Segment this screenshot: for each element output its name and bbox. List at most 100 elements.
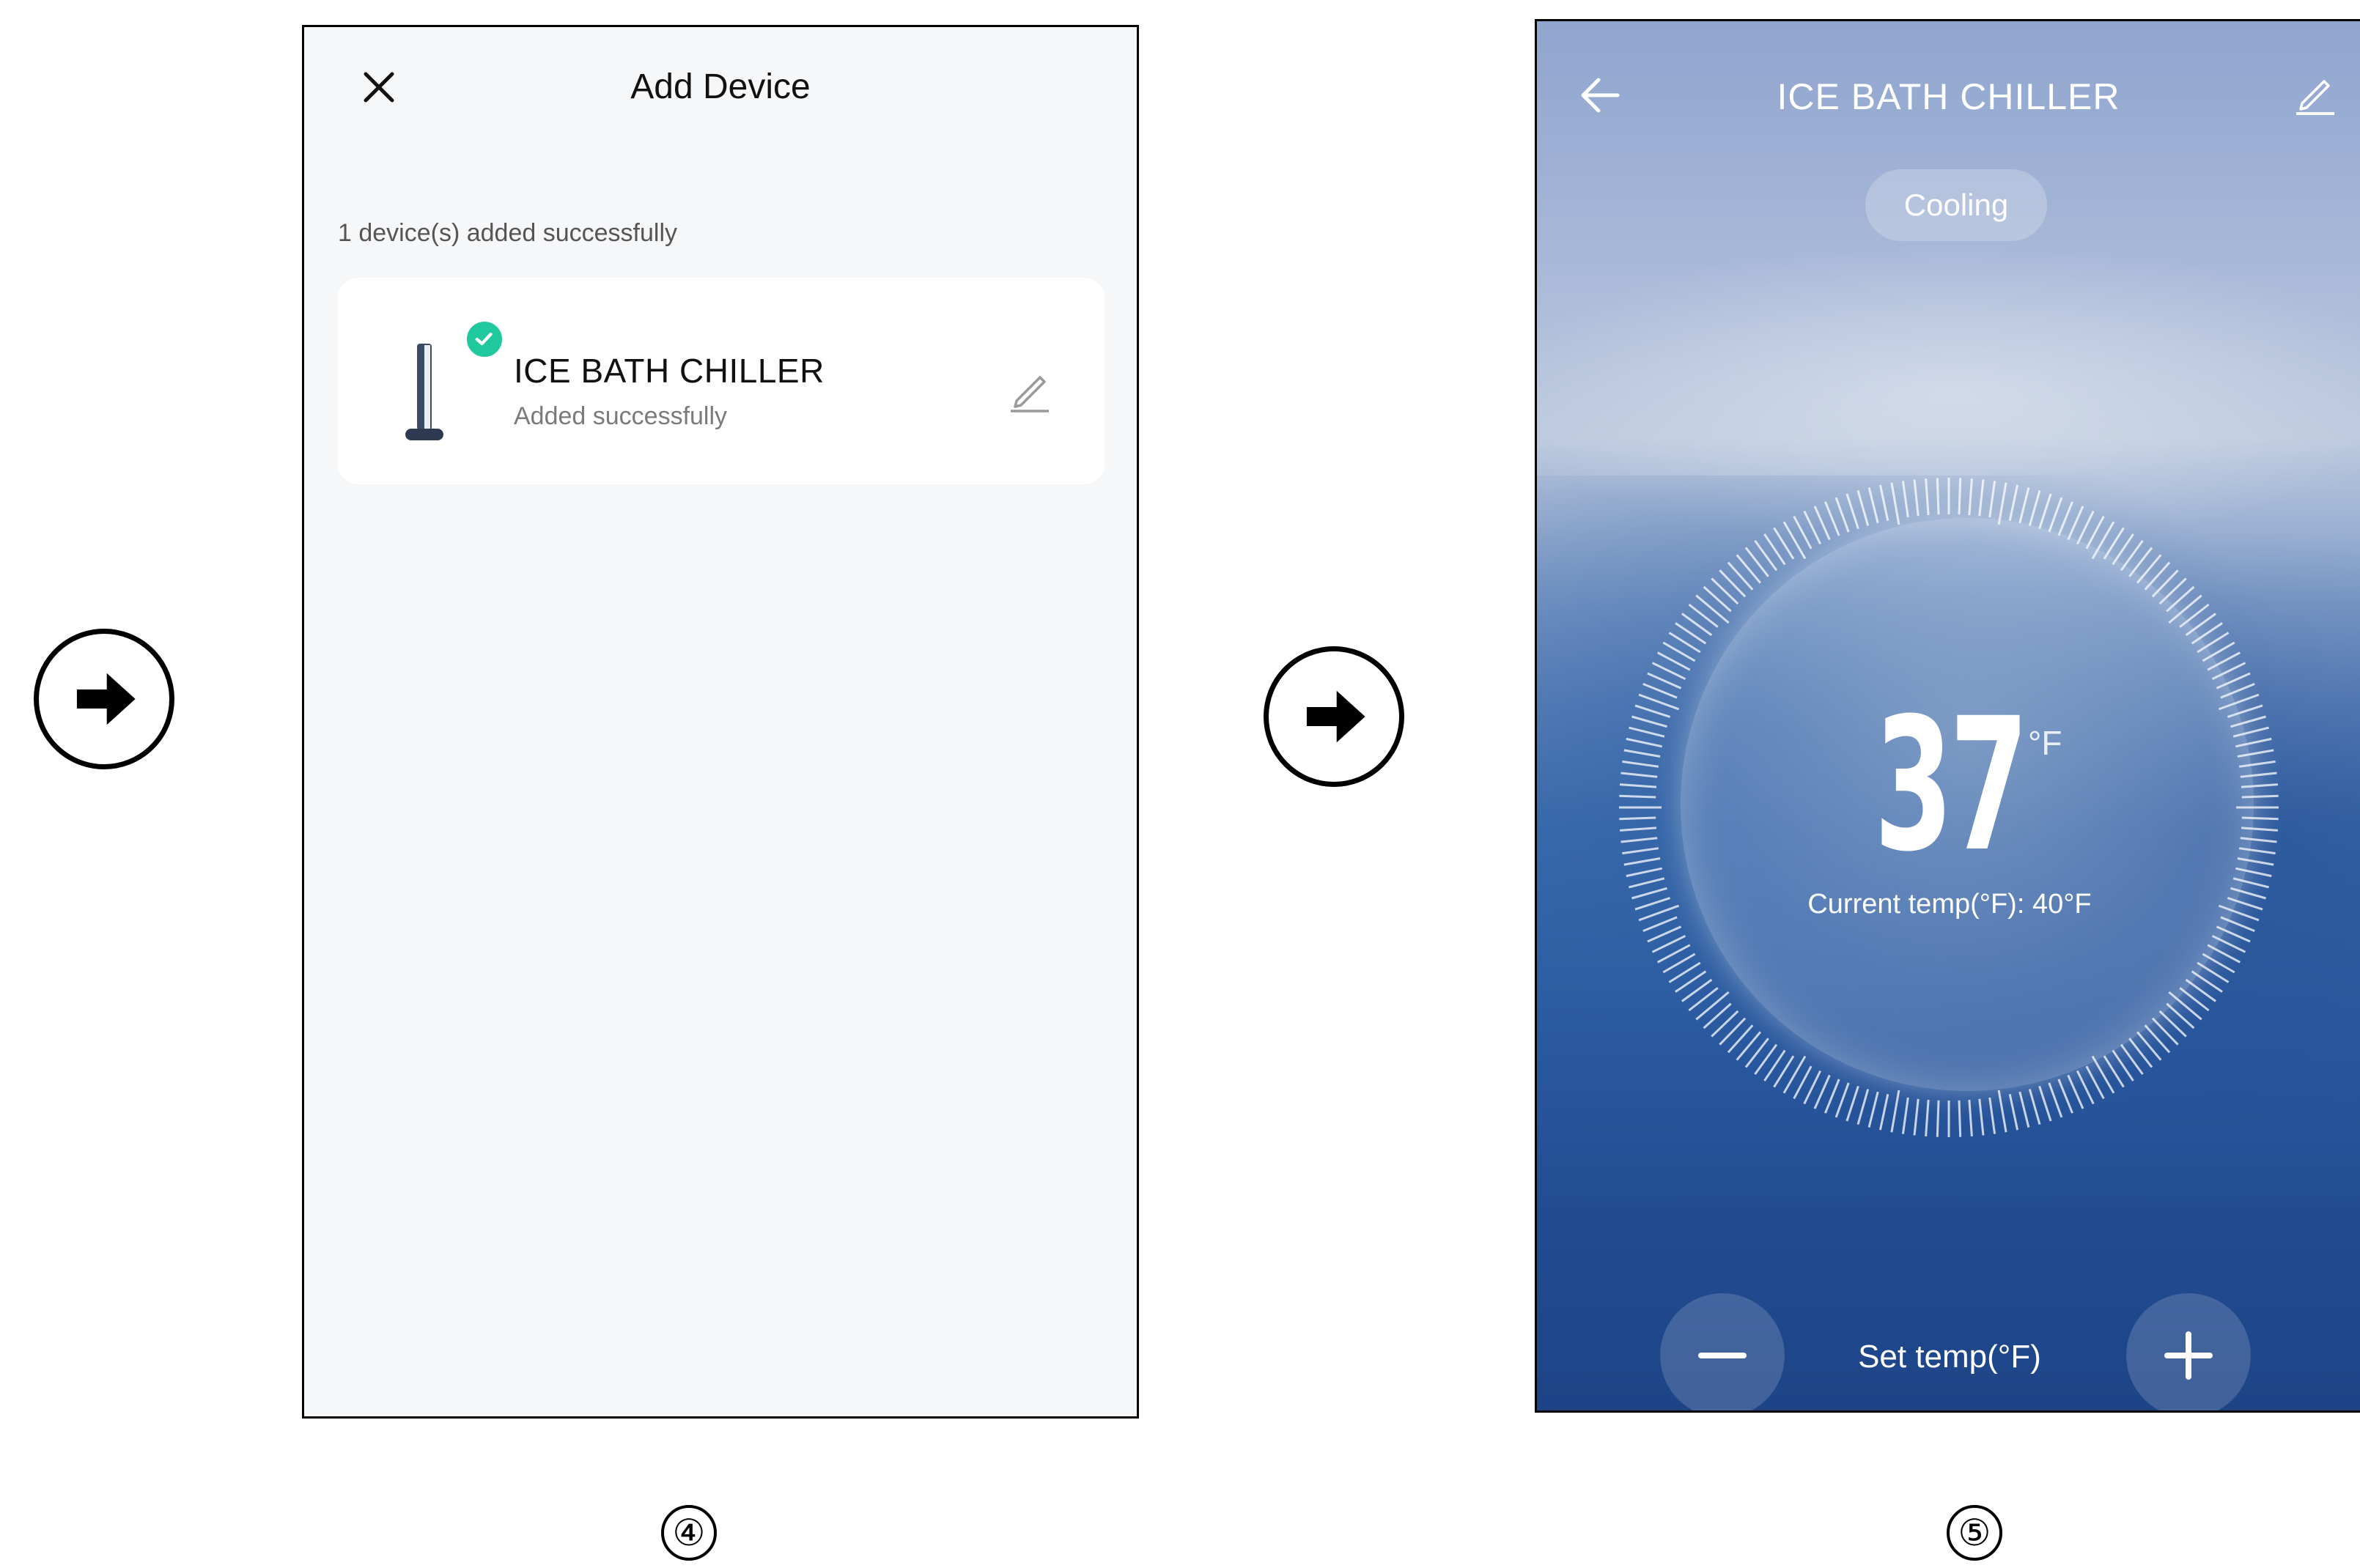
dial-tick [1620, 772, 1658, 778]
dial-tick [1629, 726, 1665, 738]
dial-tick [2038, 1085, 2052, 1122]
dial-tick [1901, 481, 1909, 518]
dial-tick [2091, 1055, 2115, 1094]
chiller-device-icon [402, 341, 449, 445]
dial-tick [1824, 1079, 1840, 1114]
dial-tick [1867, 1091, 1879, 1128]
device-title: ICE BATH CHILLER [1777, 76, 2120, 117]
dial-tick [2151, 1017, 2179, 1046]
dial-tick [2028, 489, 2041, 526]
dial-tick [1988, 1097, 1996, 1134]
dial-tick [1782, 521, 1807, 560]
dial-tick [1936, 1100, 1940, 1137]
dial-tick [1878, 484, 1889, 522]
check-circle-icon [464, 319, 505, 360]
dial-tick [1936, 478, 1940, 515]
dial-tick [1688, 603, 1719, 628]
dial-tick [1834, 497, 1850, 533]
dial-tick [1978, 1098, 1985, 1136]
dial-tick [1988, 481, 1996, 518]
dial-tick [1711, 1010, 1739, 1038]
dial-tick [1681, 613, 1713, 637]
dial-tick [1623, 857, 1661, 866]
dial-tick [1626, 867, 1663, 878]
dial-tick [2048, 1082, 2063, 1118]
dial-tick [1925, 478, 1930, 516]
dial-tick [2018, 487, 2030, 524]
dial-tick [1622, 847, 1659, 855]
dial-tick [1997, 1090, 2007, 1133]
dial-tick [1695, 594, 1730, 624]
dial-tick [1856, 1089, 1870, 1125]
dial-tick [1703, 585, 1732, 613]
dial-tick [1834, 1082, 1850, 1118]
dial-tick [2166, 1002, 2195, 1029]
dial-tick [1619, 826, 1657, 832]
dial-tick [2120, 1043, 2144, 1075]
add-device-screen: Add Device 1 device(s) added successfull… [302, 25, 1139, 1419]
dial-tick [1845, 493, 1859, 530]
dial-tick [1719, 569, 1747, 598]
mode-badge: Cooling [1865, 169, 2047, 241]
dial-tick [1744, 1038, 1769, 1068]
dial-tick [2144, 1024, 2171, 1054]
dial-tick [2158, 1010, 2187, 1038]
device-status: Added successfully [514, 402, 728, 430]
dial-tick [1968, 478, 1973, 516]
pencil-icon[interactable] [1008, 369, 1052, 414]
dial-tick [1958, 1100, 1962, 1137]
dial-tick [2028, 1089, 2041, 1125]
chiller-control-screen: ICE BATH CHILLER Cooling 37 °F Current t… [1535, 19, 2360, 1413]
dial-tick [1727, 1024, 1754, 1054]
dial-tick [1913, 479, 1920, 517]
pencil-icon[interactable] [2295, 74, 2336, 115]
device-card[interactable]: ICE BATH CHILLER Added successfully [338, 278, 1105, 484]
increase-temp-button[interactable] [2126, 1293, 2251, 1410]
dial-tick [2128, 1038, 2153, 1068]
dial-tick [1754, 540, 1778, 572]
flow-arrow-icon [1264, 646, 1404, 787]
dial-tick [1620, 837, 1658, 843]
dial-tick [1703, 1002, 1732, 1029]
dial-tick [1688, 987, 1719, 1012]
dial-tick [1727, 561, 1754, 591]
dial-tick [1997, 482, 2007, 525]
temperature-unit: °F [2028, 724, 2062, 762]
dial-tick [1622, 760, 1659, 768]
dial-tick [2057, 501, 2073, 536]
dial-tick [1901, 1097, 1909, 1134]
dial-tick [2136, 1031, 2162, 1061]
plus-icon [2164, 1331, 2213, 1380]
dial-tick [1978, 479, 1985, 517]
dial-tick [1925, 1099, 1930, 1137]
dial-tick [1642, 683, 1678, 699]
device-name: ICE BATH CHILLER [514, 352, 825, 390]
dial-tick [2008, 484, 2019, 522]
dial-tick [1968, 1099, 1973, 1137]
dial-tick [1619, 794, 1656, 799]
dial-tick [1711, 577, 1739, 605]
dial-tick [1619, 783, 1657, 788]
dial-tick [2038, 493, 2052, 530]
dial-tick [1619, 816, 1656, 821]
dial-tick [1890, 1090, 1900, 1133]
dial-tick [2018, 1091, 2030, 1128]
dial-tick [1695, 991, 1730, 1021]
step-number-5: ⑤ [1947, 1505, 2002, 1561]
dial-tick [1878, 1093, 1889, 1131]
dial-tick [1744, 547, 1769, 577]
dial-tick [1736, 554, 1762, 584]
dial-tick [1867, 487, 1879, 524]
dial-tick [1623, 749, 1661, 758]
dial-tick [1824, 501, 1840, 536]
dial-tick [1631, 715, 1667, 728]
dial-tick [2048, 497, 2063, 533]
status-text: 1 device(s) added successfully [338, 219, 678, 247]
dial-tick [2057, 1079, 2073, 1114]
set-temperature-value: 37 [1874, 678, 2029, 892]
dial-tick [1629, 877, 1665, 889]
dial-tick [1782, 1055, 1807, 1094]
dial-tick [2008, 1093, 2019, 1131]
current-temperature: Current temp(°F): 40°F [1807, 889, 2092, 920]
dial-tick [1681, 978, 1713, 1002]
